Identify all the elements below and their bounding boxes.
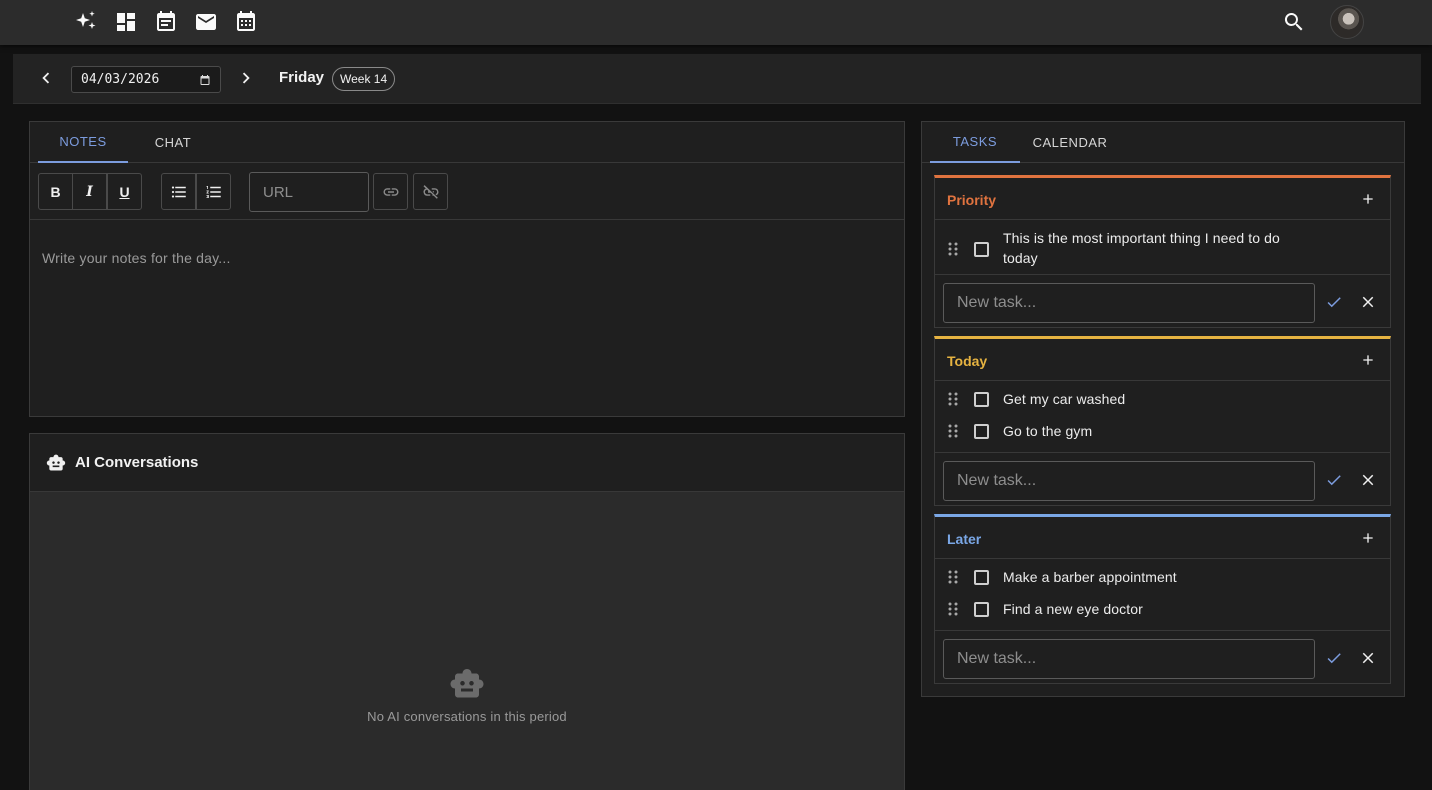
dashboard-icon[interactable]: [114, 10, 138, 34]
section-header: Priority: [935, 178, 1390, 220]
sparkle-icon[interactable]: [74, 10, 98, 34]
confirm-task-button[interactable]: [1325, 649, 1343, 667]
cancel-task-button[interactable]: [1359, 471, 1377, 489]
task-text: Get my car washed: [1003, 391, 1126, 407]
previous-day-button[interactable]: [34, 66, 58, 90]
task-text: Find a new eye doctor: [1003, 601, 1143, 617]
drag-handle-icon[interactable]: [947, 242, 959, 256]
close-icon: [1362, 474, 1374, 486]
date-input[interactable]: 04/03/2026: [71, 66, 221, 93]
task-checkbox[interactable]: [974, 570, 989, 585]
ai-empty-state: No AI conversations in this period: [30, 666, 904, 724]
section-header: Later: [935, 517, 1390, 559]
task-checkbox[interactable]: [974, 392, 989, 407]
new-task-input[interactable]: New task...: [943, 283, 1315, 323]
mail-icon[interactable]: [194, 10, 218, 34]
task-section-priority: Priority This is the most important thin…: [934, 175, 1391, 328]
numbered-list-button[interactable]: [196, 173, 231, 210]
week-badge: Week 14: [332, 67, 396, 91]
plus-icon: [1363, 355, 1373, 365]
drag-handle-icon[interactable]: [947, 602, 959, 616]
tab-notes[interactable]: NOTES: [38, 122, 128, 163]
new-task-row: New task...: [935, 452, 1390, 510]
check-icon: [1327, 475, 1341, 486]
italic-button[interactable]: I: [72, 173, 107, 210]
task-checkbox[interactable]: [974, 242, 989, 257]
task-item: This is the most important thing I need …: [935, 220, 1390, 274]
url-input[interactable]: URL: [249, 172, 369, 212]
bold-button[interactable]: B: [38, 173, 73, 210]
robot-icon: [46, 454, 66, 470]
day-name: Friday: [279, 69, 325, 86]
confirm-task-button[interactable]: [1325, 471, 1343, 489]
remove-link-button[interactable]: [413, 173, 448, 210]
new-task-input[interactable]: New task...: [943, 639, 1315, 679]
task-section-later: Later Make a barber appointment Find a n…: [934, 514, 1391, 684]
chevron-right-icon: [242, 72, 250, 84]
add-task-button[interactable]: [1360, 352, 1376, 368]
bullet-list-button[interactable]: [161, 173, 196, 210]
underline-button[interactable]: U: [107, 173, 142, 210]
confirm-task-button[interactable]: [1325, 293, 1343, 311]
plus-icon: [1363, 194, 1373, 204]
calendar-grid-icon[interactable]: [234, 10, 258, 34]
search-icon[interactable]: [1282, 10, 1306, 34]
date-navigation-bar: 04/03/2026 Friday Week 14: [13, 54, 1421, 104]
section-title: Today: [947, 353, 988, 369]
section-title: Priority: [947, 192, 997, 208]
drag-handle-icon[interactable]: [947, 570, 959, 584]
numbered-list-icon: [206, 185, 221, 198]
avatar[interactable]: [1330, 5, 1364, 39]
task-item: Make a barber appointment: [935, 567, 1390, 599]
cancel-task-button[interactable]: [1359, 649, 1377, 667]
next-day-button[interactable]: [234, 66, 258, 90]
new-task-row: New task...: [935, 630, 1390, 688]
link-off-icon: [423, 184, 438, 199]
task-text: Go to the gym: [1003, 423, 1093, 439]
close-icon: [1362, 296, 1374, 308]
section-header: Today: [935, 339, 1390, 381]
new-task-input[interactable]: New task...: [943, 461, 1315, 501]
ai-conversations-panel: AI Conversations No AI conversations in …: [29, 433, 905, 790]
notes-tabs: NOTES CHAT: [30, 122, 904, 163]
close-icon: [1362, 652, 1374, 664]
task-checkbox[interactable]: [974, 424, 989, 439]
drag-handle-icon[interactable]: [947, 424, 959, 438]
new-task-row: New task...: [935, 274, 1390, 332]
tab-calendar[interactable]: CALENDAR: [1026, 122, 1114, 163]
chevron-left-icon: [42, 72, 50, 84]
bullet-list-icon: [171, 185, 186, 198]
insert-link-button[interactable]: [373, 173, 408, 210]
notes-editor[interactable]: Write your notes for the day...: [30, 220, 904, 296]
robot-icon: [450, 669, 484, 698]
editor-toolbar: B I U URL: [30, 163, 904, 220]
task-text: This is the most important thing I need …: [1003, 230, 1280, 266]
tasks-tabs: TASKS CALENDAR: [922, 122, 1404, 163]
calendar-picker-icon[interactable]: [199, 74, 211, 86]
cancel-task-button[interactable]: [1359, 293, 1377, 311]
task-text: Make a barber appointment: [1003, 569, 1177, 585]
section-title: Later: [947, 531, 982, 547]
task-section-today: Today Get my car washed Go to the gym Ne…: [934, 336, 1391, 506]
task-item: Get my car washed: [935, 389, 1390, 421]
tab-chat[interactable]: CHAT: [140, 122, 206, 163]
ai-conversations-title: AI Conversations: [75, 454, 199, 471]
add-task-button[interactable]: [1360, 530, 1376, 546]
date-value: 04/03/2026: [81, 72, 160, 87]
tab-tasks[interactable]: TASKS: [930, 122, 1020, 163]
task-checkbox[interactable]: [974, 602, 989, 617]
notes-panel: NOTES CHAT B I U URL Write your notes fo…: [29, 121, 905, 417]
task-item: Go to the gym: [935, 421, 1390, 453]
ai-empty-text: No AI conversations in this period: [367, 709, 567, 724]
plus-icon: [1363, 533, 1373, 543]
event-note-icon[interactable]: [154, 10, 178, 34]
add-task-button[interactable]: [1360, 191, 1376, 207]
drag-handle-icon[interactable]: [947, 392, 959, 406]
task-item: Find a new eye doctor: [935, 599, 1390, 631]
ai-conversations-header: AI Conversations: [30, 434, 904, 492]
check-icon: [1327, 653, 1341, 664]
link-icon: [383, 187, 398, 196]
top-app-bar: [0, 0, 1432, 45]
check-icon: [1327, 297, 1341, 308]
